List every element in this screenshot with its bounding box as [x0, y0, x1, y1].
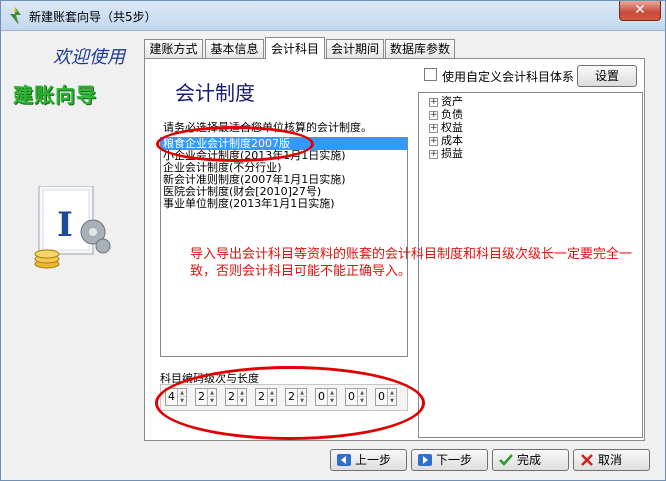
- tab-database-params[interactable]: 数据库参数: [385, 39, 455, 59]
- wizard-illustration-icon: I: [34, 186, 111, 269]
- custom-subject-checkbox[interactable]: [424, 68, 437, 81]
- tab-content-panel: 会计制度 使用自定义会计科目体系 设置 请务必选择最适合您单位核算的会计制度。 …: [144, 58, 645, 441]
- tree-node-liabilities[interactable]: + 负债: [419, 108, 642, 121]
- tree-node-cost[interactable]: + 成本: [419, 134, 642, 147]
- prev-button[interactable]: 上一步: [330, 449, 407, 471]
- custom-subject-label: 使用自定义会计科目体系: [442, 70, 575, 84]
- arrow-right-icon: [418, 454, 432, 466]
- check-icon: [499, 454, 513, 466]
- tab-create-method[interactable]: 建账方式: [144, 39, 203, 59]
- window-title: 新建账套向导（共5步）: [29, 10, 157, 24]
- tab-accounting-subjects[interactable]: 会计科目: [265, 37, 325, 59]
- expand-icon[interactable]: +: [429, 97, 438, 107]
- expand-icon[interactable]: +: [429, 149, 438, 159]
- tree-node-assets[interactable]: + 资产: [419, 95, 642, 108]
- svg-text:I: I: [57, 205, 73, 245]
- expand-icon[interactable]: +: [429, 123, 438, 133]
- cancel-button[interactable]: 取消: [573, 449, 650, 471]
- annotation-ellipse-levels: [155, 366, 425, 440]
- close-button[interactable]: ✕: [619, 1, 661, 21]
- list-item[interactable]: 企业会计制度(不分行业): [161, 162, 407, 174]
- cross-icon: [581, 454, 593, 466]
- annotation-note: 导入导出会计科目等资料的账套的会计科目制度和科目级次级长一定要完全一致，否则会计…: [190, 247, 633, 279]
- app-logo-icon: [10, 7, 21, 25]
- tree-node-profit-loss[interactable]: + 损益: [419, 147, 642, 160]
- list-item[interactable]: 新会计准则制度(2007年1月1日实施): [161, 174, 407, 186]
- title-bar: 新建账套向导（共5步） ✕: [1, 1, 665, 31]
- list-item[interactable]: 事业单位制度(2013年1月1日实施): [161, 198, 407, 210]
- page-title: 会计制度: [175, 81, 255, 105]
- expand-icon[interactable]: +: [429, 136, 438, 146]
- tree-node-equity[interactable]: + 权益: [419, 121, 642, 134]
- next-button[interactable]: 下一步: [411, 449, 488, 471]
- annotation-ellipse-list: [156, 126, 314, 162]
- arrow-left-icon: [337, 454, 351, 466]
- finish-button[interactable]: 完成: [492, 449, 569, 471]
- tab-basic-info[interactable]: 基本信息: [205, 39, 264, 59]
- guide-title: 建账向导: [13, 83, 97, 107]
- tab-accounting-period[interactable]: 会计期间: [326, 39, 384, 59]
- list-item[interactable]: 医院会计制度(财会[2010]27号): [161, 186, 407, 198]
- wizard-window: 新建账套向导（共5步） ✕ 欢迎使用 建账向导 I 建账方式 基本信息 会计科目…: [0, 0, 666, 481]
- setup-button[interactable]: 设置: [577, 65, 637, 87]
- expand-icon[interactable]: +: [429, 110, 438, 120]
- welcome-text: 欢迎使用: [53, 47, 125, 68]
